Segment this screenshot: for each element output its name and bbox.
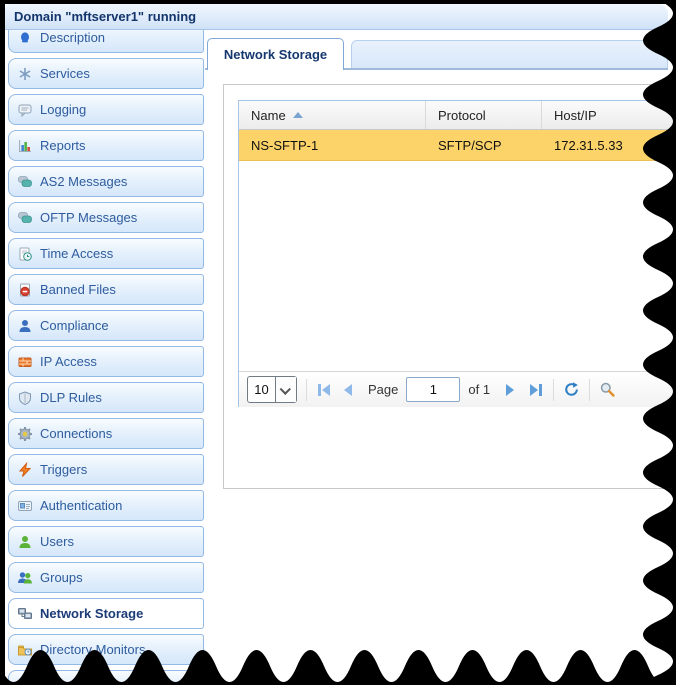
services-icon: [17, 66, 33, 82]
sidebar-item-label: Drop Zones: [40, 678, 108, 685]
search-icon[interactable]: [599, 381, 616, 398]
select-dropdown-button: [275, 377, 296, 402]
window-title: Domain "mftserver1" running: [14, 9, 196, 24]
divider: [589, 379, 590, 401]
divider: [306, 379, 307, 401]
sidebar-item-label: Network Storage: [40, 606, 143, 621]
dlp-rules-icon: [17, 390, 33, 406]
cell-host-ip: 172.31.5.33: [542, 130, 675, 160]
banned-files-icon: [17, 282, 33, 298]
sidebar-item-authentication[interactable]: Authentication: [8, 490, 204, 521]
sidebar-item-label: Time Access: [40, 246, 113, 261]
sidebar-item-label: Groups: [40, 570, 83, 585]
cell-name: NS-SFTP-1: [239, 130, 426, 160]
sidebar-item-label: Description: [40, 30, 105, 45]
authentication-icon: [17, 498, 33, 514]
sidebar-item-time-access[interactable]: Time Access: [8, 238, 204, 269]
table-header-row: Name Protocol Host/IP: [239, 101, 675, 130]
sidebar-item-label: Connections: [40, 426, 112, 441]
sort-ascending-icon: [293, 112, 303, 118]
messages-icon: [17, 210, 33, 226]
tab-label: Network Storage: [224, 47, 327, 62]
screenshot-canvas: Domain "mftserver1" running Description S…: [0, 0, 676, 685]
triggers-icon: [17, 462, 33, 478]
sidebar-item-label: Compliance: [40, 318, 109, 333]
sidebar-item-logging[interactable]: Logging: [8, 94, 204, 125]
previous-page-icon: [344, 384, 352, 396]
column-header-name[interactable]: Name: [239, 101, 426, 129]
sidebar-item-label: Triggers: [40, 462, 87, 477]
sidebar-item-label: AS2 Messages: [40, 174, 127, 189]
drop-zones-icon: [17, 678, 33, 685]
page-label: Page: [368, 382, 398, 397]
window-title-bar: Domain "mftserver1" running: [5, 4, 668, 30]
sidebar-item-label: Banned Files: [40, 282, 116, 297]
messages-icon: [17, 174, 33, 190]
sidebar-item-oftp-messages[interactable]: OFTP Messages: [8, 202, 204, 233]
sidebar-item-connections[interactable]: Connections: [8, 418, 204, 449]
sidebar-item-as2-messages[interactable]: AS2 Messages: [8, 166, 204, 197]
table-row[interactable]: NS-SFTP-1 SFTP/SCP 172.31.5.33: [239, 130, 675, 161]
ip-access-icon: [17, 354, 33, 370]
first-page-button[interactable]: [316, 382, 332, 398]
sidebar-item-label: Reports: [40, 138, 86, 153]
sidebar-item-label: Logging: [40, 102, 86, 117]
sidebar-item-services[interactable]: Services: [8, 58, 204, 89]
page-number-input[interactable]: [406, 377, 460, 402]
connections-icon: [17, 426, 33, 442]
previous-page-button[interactable]: [342, 382, 354, 398]
sidebar-item-dlp-rules[interactable]: DLP Rules: [8, 382, 204, 413]
page-size-value: 10: [248, 377, 275, 402]
sidebar-item-label: Services: [40, 66, 90, 81]
cell-protocol: SFTP/SCP: [426, 130, 542, 160]
column-header-protocol[interactable]: Protocol: [426, 101, 542, 129]
sidebar-item-reports[interactable]: Reports: [8, 130, 204, 161]
pagination-bar: 10 Page of 1: [239, 371, 675, 407]
sidebar-item-banned-files[interactable]: Banned Files: [8, 274, 204, 305]
page-size-select[interactable]: 10: [247, 376, 297, 403]
sidebar-item-label: Directory Monitors: [40, 642, 145, 657]
sidebar-item-label: Users: [40, 534, 74, 549]
time-access-icon: [17, 246, 33, 262]
sidebar-item-directory-monitors[interactable]: Directory Monitors: [8, 634, 204, 665]
sidebar-item-label: DLP Rules: [40, 390, 102, 405]
sidebar-item-compliance[interactable]: Compliance: [8, 310, 204, 341]
groups-icon: [17, 570, 33, 586]
sidebar-item-ip-access[interactable]: IP Access: [8, 346, 204, 377]
sidebar-item-users[interactable]: Users: [8, 526, 204, 557]
chevron-down-icon: [280, 383, 291, 394]
network-storage-table: Name Protocol Host/IP NS-SFTP-1 SFTP/SCP…: [238, 100, 676, 407]
users-icon: [17, 534, 33, 550]
tab-network-storage[interactable]: Network Storage: [207, 38, 344, 70]
description-icon: [17, 30, 33, 46]
last-page-button[interactable]: [528, 382, 544, 398]
first-page-icon: [318, 384, 321, 396]
reports-icon: [17, 138, 33, 154]
sidebar-item-label: Authentication: [40, 498, 122, 513]
sidebar-item-network-storage[interactable]: Network Storage: [8, 598, 204, 629]
sidebar-item-label: IP Access: [40, 354, 97, 369]
next-page-icon: [506, 384, 514, 396]
network-storage-icon: [17, 606, 33, 622]
compliance-icon: [17, 318, 33, 334]
sidebar-item-drop-zones[interactable]: Drop Zones: [8, 670, 204, 685]
sidebar-item-triggers[interactable]: Triggers: [8, 454, 204, 485]
tab-strip-filler: [351, 40, 668, 68]
column-header-host-ip[interactable]: Host/IP: [542, 101, 675, 129]
last-page-icon: [530, 384, 538, 396]
sidebar-item-label: OFTP Messages: [40, 210, 137, 225]
directory-monitors-icon: [17, 642, 33, 658]
next-page-button[interactable]: [504, 382, 516, 398]
logging-icon: [17, 102, 33, 118]
divider: [553, 379, 554, 401]
refresh-icon[interactable]: [563, 381, 580, 398]
sidebar-item-groups[interactable]: Groups: [8, 562, 204, 593]
page-of-label: of 1: [468, 382, 490, 397]
